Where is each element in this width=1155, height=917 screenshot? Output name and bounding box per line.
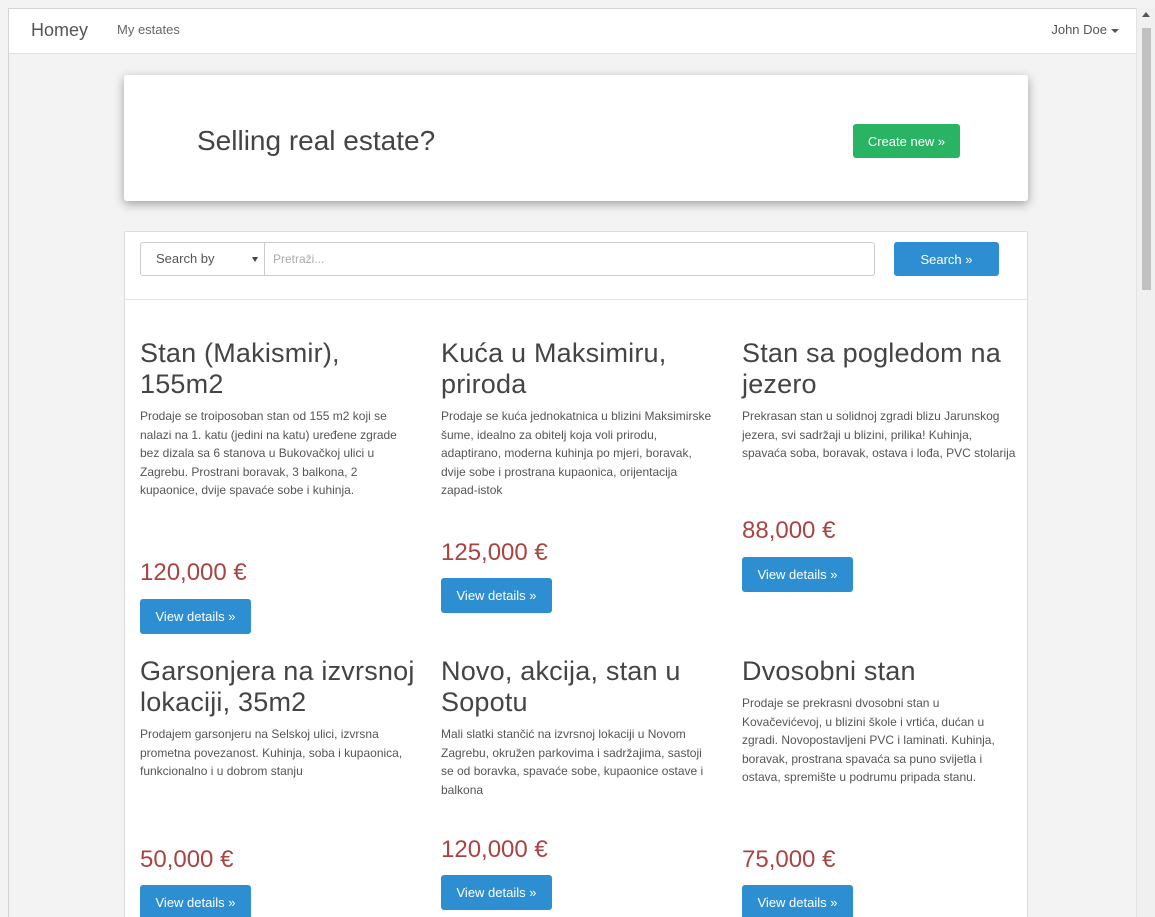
search-input[interactable] [264,242,875,276]
view-details-button[interactable]: View details » [140,599,251,634]
scroll-up-arrow-icon[interactable] [1142,12,1150,17]
listings-panel: Search by Search » Stan (Makismir), 155m… [124,231,1028,917]
jumbotron-title: Selling real estate? [197,125,436,156]
listing-title: Garsonjera na izvrsnoj lokaciji, 35m2 [140,656,415,717]
listing-title: Novo, akcija, stan u Sopotu [441,656,681,717]
listing-price: 120,000 € [140,559,247,586]
listing-price: 50,000 € [140,846,234,873]
browser-viewport: Homey My estates John Doe Selling real e… [8,8,1144,917]
user-menu[interactable]: John Doe [1051,22,1119,37]
listing-title: Stan sa pogledom na jezero [742,338,1001,399]
search-bar: Search by Search » [125,232,1027,300]
listing-description: Prodajem garsonjeru na Selskoj ulici, iz… [140,727,403,778]
nav-my-estates[interactable]: My estates [117,22,180,37]
listing-card: Stan (Makismir), 155m2 Prodaje se troipo… [140,338,415,638]
listing-description: Prodaje se kuća jednokatnica u blizini M… [441,409,712,497]
listing-card: Novo, akcija, stan u Sopotu Mali slatki … [441,656,716,917]
navbar: Homey My estates John Doe [9,9,1144,54]
view-details-button[interactable]: View details » [441,578,552,613]
listing-title: Stan (Makismir), 155m2 [140,338,340,399]
listing-card: Stan sa pogledom na jezero Prekrasan sta… [742,338,1017,598]
search-by-value: Search by [156,251,215,266]
listing-price: 120,000 € [441,836,548,863]
search-by-select[interactable]: Search by [140,242,265,276]
view-details-button[interactable]: View details » [441,875,552,910]
listing-description: Prekrasan stan u solidnoj zgradi blizu J… [742,409,1016,460]
caret-down-icon [1111,28,1119,33]
listing-price: 88,000 € [742,517,836,544]
listing-card: Dvosobni stan Prodaje se prekrasni dvoso… [742,656,1017,917]
listing-card: Kuća u Maksimiru, priroda Prodaje se kuć… [441,338,716,618]
search-button[interactable]: Search » [894,242,999,276]
create-new-button[interactable]: Create new » [853,124,960,158]
listing-description: Mali slatki stančić na izvrsnoj lokaciji… [441,727,704,797]
view-details-button[interactable]: View details » [140,885,251,917]
listing-card: Garsonjera na izvrsnoj lokaciji, 35m2 Pr… [140,656,415,917]
vertical-scrollbar[interactable] [1136,8,1155,917]
listing-price: 75,000 € [742,846,836,873]
brand-link[interactable]: Homey [31,20,88,41]
listing-title: Kuća u Maksimiru, priroda [441,338,667,399]
listing-price: 125,000 € [441,539,548,566]
view-details-button[interactable]: View details » [742,557,853,592]
dropdown-arrow-icon [252,257,258,262]
jumbotron: Selling real estate? Create new » [124,75,1028,201]
listing-title: Dvosobni stan [742,656,916,686]
view-details-button[interactable]: View details » [742,885,853,917]
scroll-thumb[interactable] [1142,28,1151,290]
listing-description: Prodaje se prekrasni dvosobni stan u Kov… [742,696,995,784]
listing-description: Prodaje se troiposoban stan od 155 m2 ko… [140,409,397,497]
user-name: John Doe [1051,22,1107,37]
